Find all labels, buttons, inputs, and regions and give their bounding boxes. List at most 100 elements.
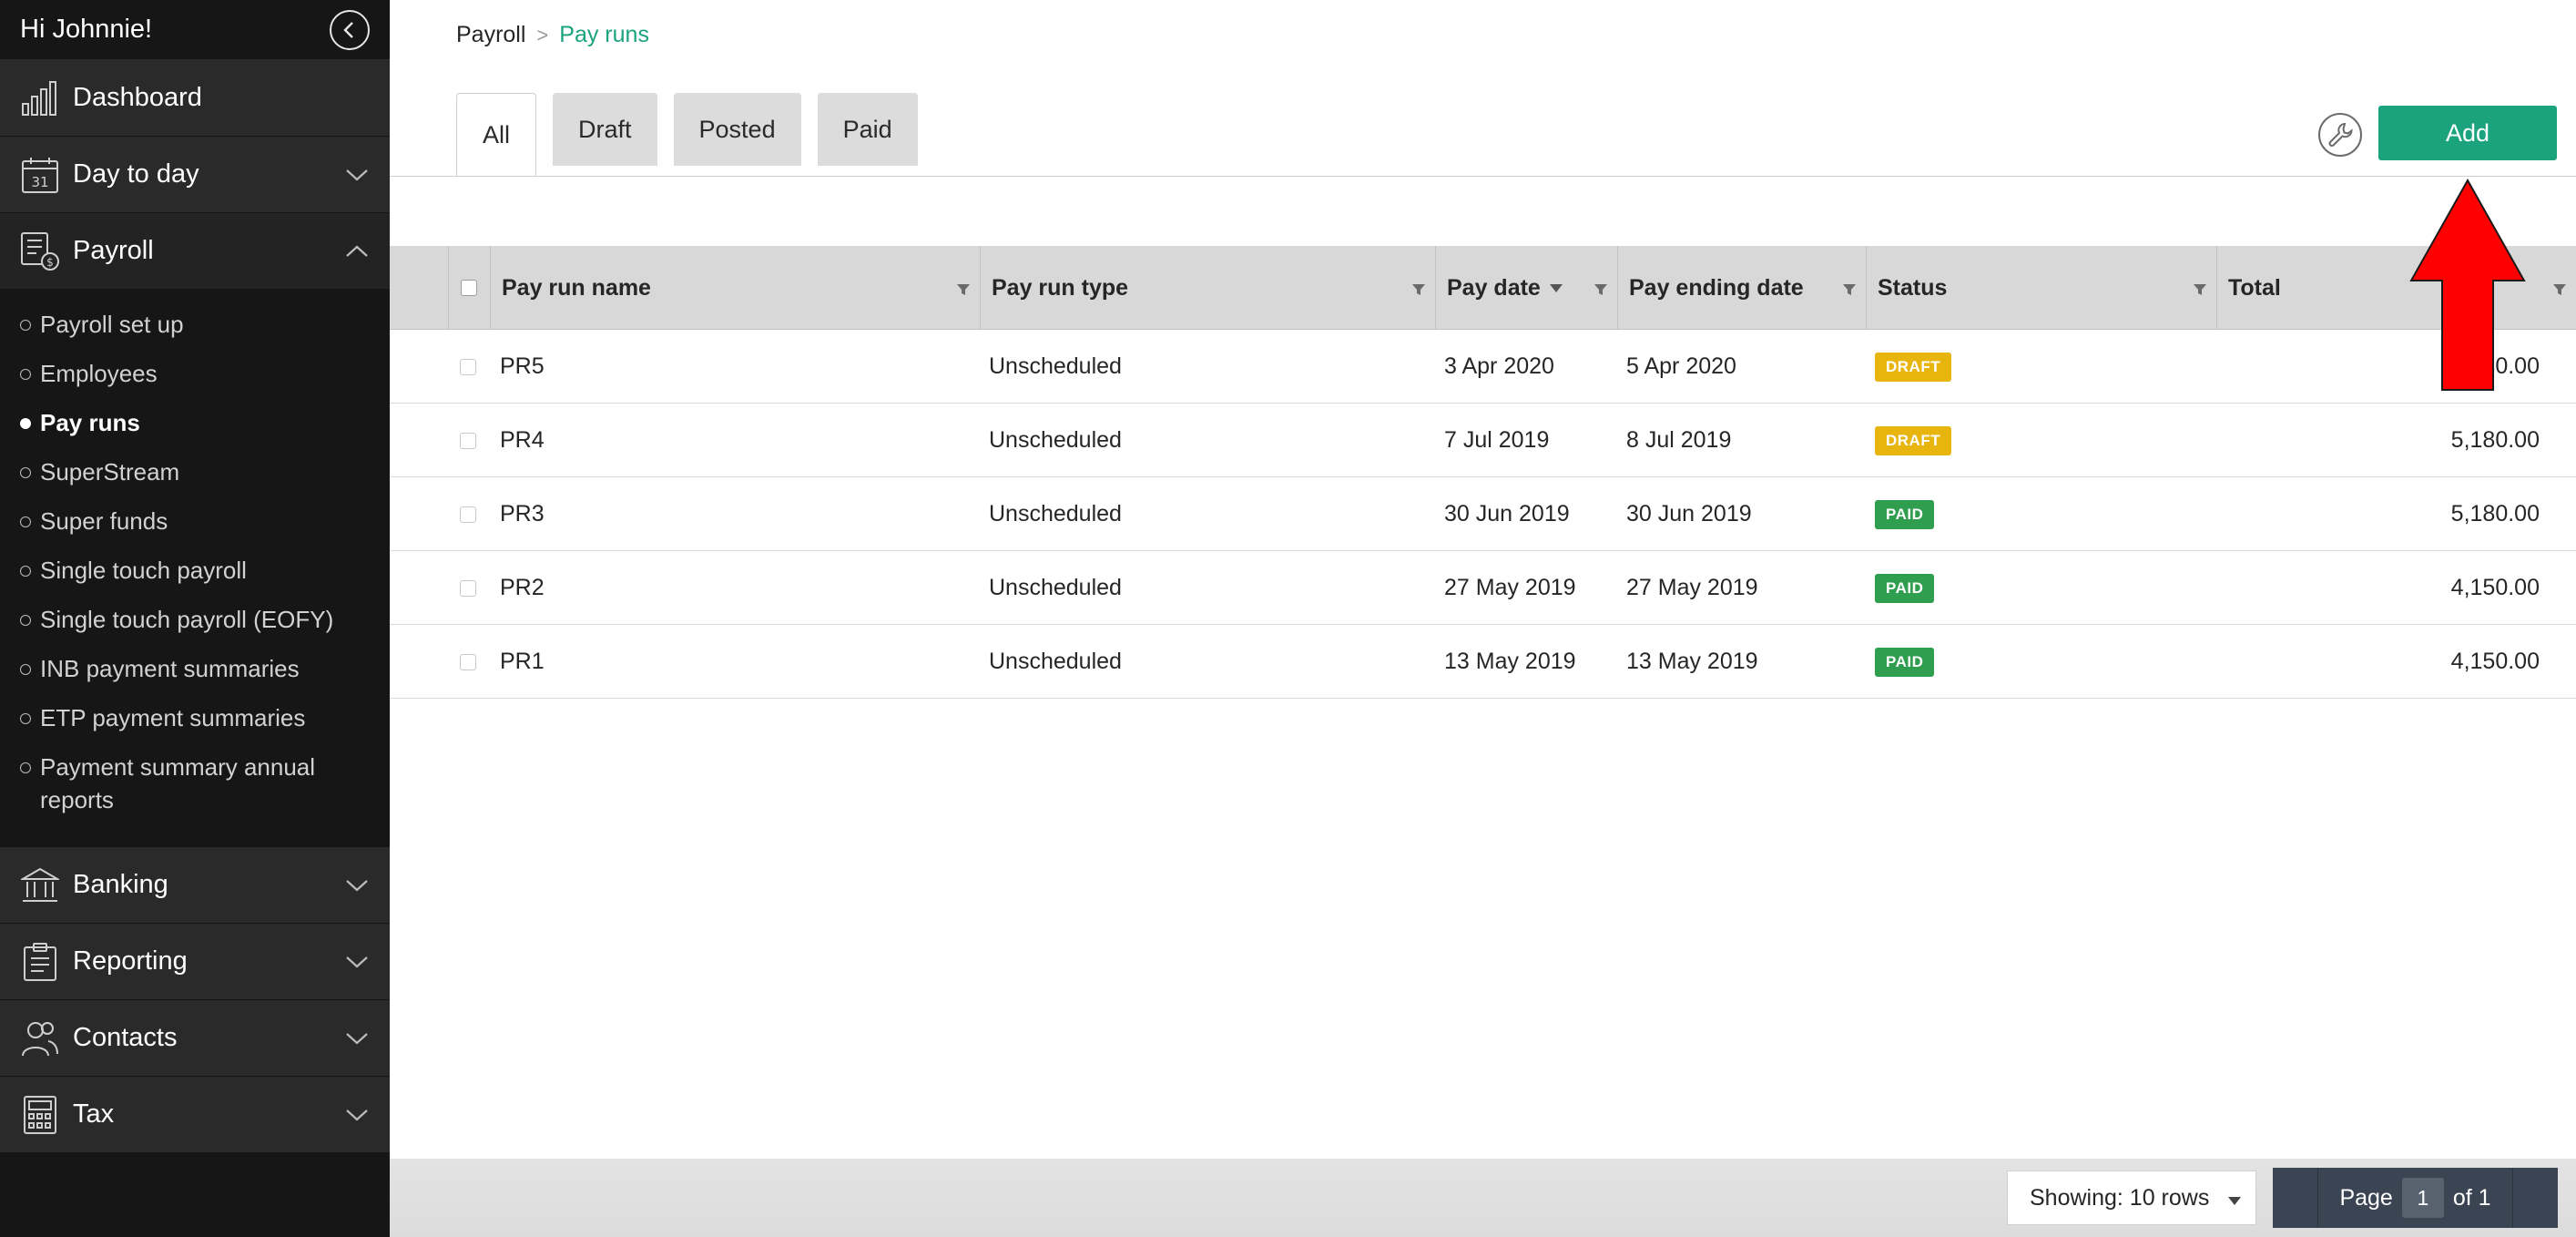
bullet-icon bbox=[20, 664, 31, 675]
filter-icon[interactable] bbox=[1411, 282, 1426, 297]
pay-run-type-cell: Unscheduled bbox=[989, 575, 1122, 600]
chevron-down-icon bbox=[346, 956, 368, 967]
sidebar-item-payroll[interactable]: $ Payroll bbox=[0, 213, 390, 290]
bullet-filled-icon bbox=[20, 418, 31, 429]
table-row[interactable]: PR5 Unscheduled 3 Apr 2020 5 Apr 2020 DR… bbox=[390, 330, 2576, 404]
status-badge: PAID bbox=[1875, 499, 1935, 529]
status-cell: DRAFT bbox=[1875, 330, 1952, 404]
submenu-item-super-funds[interactable]: Super funds bbox=[0, 505, 390, 537]
annotation-arrow-icon bbox=[2409, 179, 2526, 391]
pay-run-name-cell[interactable]: PR2 bbox=[500, 551, 545, 625]
tab-paid[interactable]: Paid bbox=[817, 93, 918, 166]
pay-run-name-cell[interactable]: PR1 bbox=[500, 625, 545, 699]
bullet-icon bbox=[20, 762, 31, 773]
total-cell: 5,180.00 bbox=[2450, 427, 2540, 453]
column-header-pay-ending-date[interactable]: Pay ending date bbox=[1617, 246, 1866, 330]
submenu-item-etp-payment-summaries[interactable]: ETP payment summaries bbox=[0, 701, 390, 734]
table-row[interactable]: PR1 Unscheduled 13 May 2019 13 May 2019 … bbox=[390, 625, 2576, 699]
main-content: Payroll > Pay runs All Draft Posted Paid… bbox=[390, 0, 2576, 1237]
payroll-document-icon: $ bbox=[20, 231, 60, 271]
pay-date-cell: 3 Apr 2020 bbox=[1444, 353, 1554, 379]
status-cell: PAID bbox=[1875, 551, 1935, 625]
row-checkbox[interactable] bbox=[460, 506, 476, 523]
row-select-cell bbox=[460, 404, 476, 477]
column-header-pay-run-name[interactable]: Pay run name bbox=[490, 246, 980, 330]
submenu-item-inb-payment-summaries[interactable]: INB payment summaries bbox=[0, 652, 390, 685]
breadcrumb-separator: > bbox=[536, 23, 549, 46]
svg-text:$: $ bbox=[46, 256, 54, 269]
row-checkbox[interactable] bbox=[460, 358, 476, 375]
submenu-item-single-touch-payroll-eofy[interactable]: Single touch payroll (EOFY) bbox=[0, 603, 390, 636]
bullet-icon bbox=[20, 320, 31, 331]
sidebar-item-label: Tax bbox=[73, 1099, 115, 1129]
breadcrumb-payroll-link[interactable]: Payroll bbox=[456, 22, 525, 48]
pay-date-cell: 13 May 2019 bbox=[1444, 649, 1576, 674]
next-page-button[interactable] bbox=[2512, 1168, 2558, 1228]
people-icon bbox=[20, 1018, 60, 1058]
status-cell: DRAFT bbox=[1875, 404, 1952, 477]
bullet-icon bbox=[20, 516, 31, 527]
pay-ending-date-cell: 30 Jun 2019 bbox=[1626, 501, 1752, 526]
sidebar-item-reporting[interactable]: Reporting bbox=[0, 924, 390, 1000]
table-row[interactable]: PR2 Unscheduled 27 May 2019 27 May 2019 … bbox=[390, 551, 2576, 625]
sidebar-item-dashboard[interactable]: Dashboard bbox=[0, 60, 390, 137]
bullet-icon bbox=[20, 467, 31, 478]
filter-icon[interactable] bbox=[2193, 282, 2207, 297]
total-cell: 5,180.00 bbox=[2450, 501, 2540, 526]
pay-run-name-cell[interactable]: PR3 bbox=[500, 477, 545, 551]
filter-icon[interactable] bbox=[1593, 282, 1608, 297]
table-header: Pay run name Pay run type Pay date Pay e… bbox=[390, 246, 2576, 330]
submenu-item-payroll-set-up[interactable]: Payroll set up bbox=[0, 308, 390, 341]
table-row[interactable]: PR4 Unscheduled 7 Jul 2019 8 Jul 2019 DR… bbox=[390, 404, 2576, 477]
filter-icon[interactable] bbox=[956, 282, 971, 297]
tab-posted[interactable]: Posted bbox=[673, 93, 801, 166]
tab-all[interactable]: All bbox=[456, 93, 537, 177]
submenu-item-single-touch-payroll[interactable]: Single touch payroll bbox=[0, 554, 390, 587]
row-select-cell bbox=[460, 625, 476, 699]
filter-icon[interactable] bbox=[1842, 282, 1857, 297]
sort-descending-icon bbox=[1549, 283, 1563, 292]
tab-draft[interactable]: Draft bbox=[553, 93, 657, 166]
sidebar-item-tax[interactable]: Tax bbox=[0, 1077, 390, 1153]
status-badge: PAID bbox=[1875, 647, 1935, 677]
column-header-pay-date[interactable]: Pay date bbox=[1435, 246, 1617, 330]
clipboard-icon bbox=[20, 942, 60, 982]
collapse-sidebar-button[interactable] bbox=[330, 9, 370, 50]
settings-button[interactable] bbox=[2318, 113, 2362, 157]
row-select-cell bbox=[460, 330, 476, 404]
breadcrumb: Payroll > Pay runs bbox=[456, 22, 649, 48]
previous-page-button[interactable] bbox=[2273, 1168, 2318, 1228]
row-checkbox[interactable] bbox=[460, 432, 476, 449]
submenu-item-employees[interactable]: Employees bbox=[0, 357, 390, 390]
pay-run-name-cell[interactable]: PR4 bbox=[500, 404, 545, 477]
add-button[interactable]: Add bbox=[2378, 106, 2557, 160]
select-all-checkbox[interactable] bbox=[461, 280, 477, 296]
breadcrumb-current: Pay runs bbox=[559, 22, 649, 47]
rows-per-page-select[interactable]: Showing: 10 rows bbox=[2007, 1171, 2256, 1225]
pay-date-cell: 30 Jun 2019 bbox=[1444, 501, 1570, 526]
row-checkbox[interactable] bbox=[460, 579, 476, 597]
chevron-down-icon bbox=[346, 879, 368, 891]
chevron-down-icon bbox=[346, 1109, 368, 1120]
submenu-item-payment-summary-annual-reports[interactable]: Payment summary annual reports bbox=[0, 751, 390, 816]
pay-date-cell: 27 May 2019 bbox=[1444, 575, 1576, 600]
page-number-input[interactable]: 1 bbox=[2401, 1178, 2444, 1218]
pay-run-name-cell[interactable]: PR5 bbox=[500, 330, 545, 404]
pay-ending-date-cell: 27 May 2019 bbox=[1626, 575, 1758, 600]
table-row[interactable]: PR3 Unscheduled 30 Jun 2019 30 Jun 2019 … bbox=[390, 477, 2576, 551]
submenu-item-superstream[interactable]: SuperStream bbox=[0, 455, 390, 488]
sidebar-item-day-to-day[interactable]: 31 Day to day bbox=[0, 137, 390, 213]
sidebar-item-banking[interactable]: Banking bbox=[0, 847, 390, 924]
column-header-pay-run-type[interactable]: Pay run type bbox=[980, 246, 1435, 330]
submenu-item-pay-runs[interactable]: Pay runs bbox=[0, 406, 390, 439]
greeting-text: Hi Johnnie! bbox=[20, 15, 153, 44]
row-checkbox[interactable] bbox=[460, 653, 476, 670]
sidebar-item-contacts[interactable]: Contacts bbox=[0, 1000, 390, 1077]
sidebar-item-label: Reporting bbox=[73, 946, 188, 976]
pay-run-type-cell: Unscheduled bbox=[989, 501, 1122, 526]
pay-ending-date-cell: 5 Apr 2020 bbox=[1626, 353, 1736, 379]
svg-text:31: 31 bbox=[31, 174, 48, 190]
column-header-status[interactable]: Status bbox=[1866, 246, 2216, 330]
filter-icon[interactable] bbox=[2552, 282, 2567, 297]
sidebar-header: Hi Johnnie! bbox=[0, 0, 390, 60]
